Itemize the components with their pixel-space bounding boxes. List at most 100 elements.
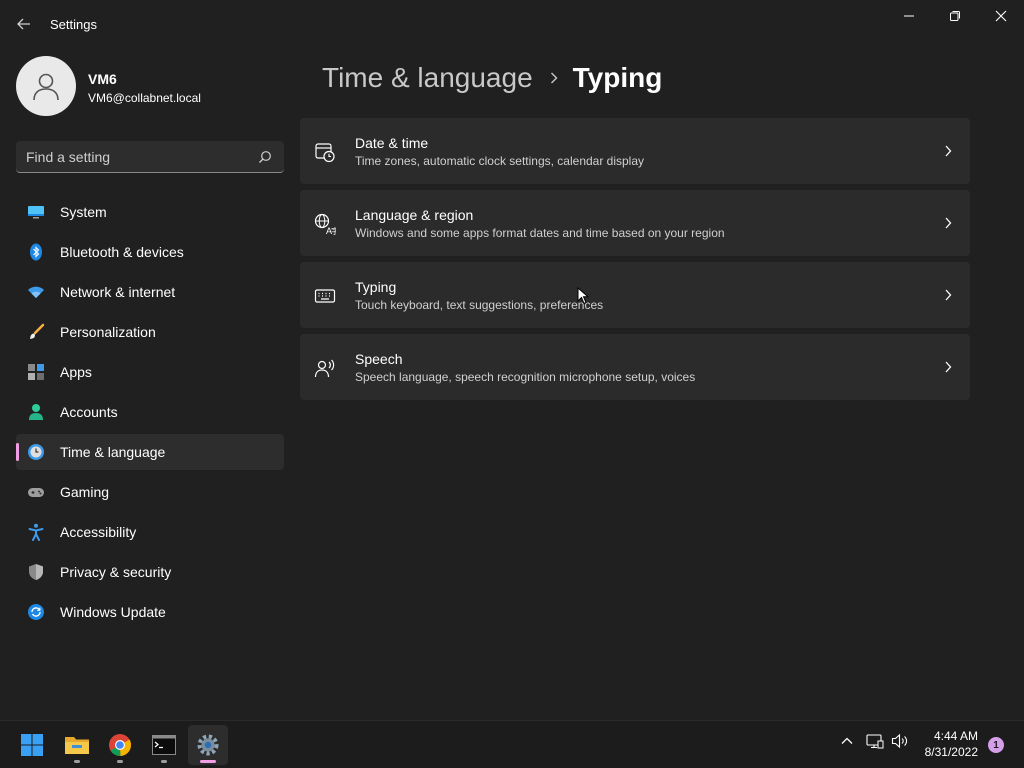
file-explorer-icon bbox=[65, 737, 89, 754]
sidebar-item-label: Time & language bbox=[60, 444, 166, 460]
card-title: Date & time bbox=[355, 135, 429, 151]
accessibility-icon bbox=[27, 523, 45, 541]
update-icon bbox=[27, 603, 45, 621]
user-silhouette-icon bbox=[33, 73, 59, 101]
chevron-right-icon bbox=[944, 216, 952, 230]
chevron-right-icon bbox=[944, 144, 952, 158]
sidebar-item-apps[interactable]: Apps bbox=[16, 354, 284, 390]
sidebar-item-label: Personalization bbox=[60, 324, 156, 340]
clock-date: 8/31/2022 bbox=[924, 745, 978, 759]
volume-icon[interactable] bbox=[891, 733, 909, 749]
user-profile[interactable]: VM6 VM6@collabnet.local bbox=[16, 56, 286, 118]
back-arrow-icon bbox=[17, 18, 30, 30]
running-indicator bbox=[74, 760, 80, 763]
gamepad-icon bbox=[27, 483, 45, 501]
start-button[interactable] bbox=[12, 725, 52, 765]
chevron-up-icon[interactable] bbox=[839, 733, 855, 749]
sidebar-nav: System Bluetooth & devices Network & int… bbox=[16, 194, 284, 634]
search-box bbox=[16, 141, 284, 173]
sidebar-item-label: Apps bbox=[60, 364, 92, 380]
chevron-right-icon bbox=[944, 288, 952, 302]
search-input[interactable] bbox=[26, 141, 251, 172]
card-title: Typing bbox=[355, 279, 397, 295]
globe-clock-icon bbox=[27, 443, 45, 461]
sidebar-item-gaming[interactable]: Gaming bbox=[16, 474, 284, 510]
sidebar-item-accounts[interactable]: Accounts bbox=[16, 394, 284, 430]
network-icon[interactable] bbox=[866, 733, 884, 749]
card-language-region[interactable]: A字 Language & region Windows and some ap… bbox=[300, 190, 970, 256]
start-icon bbox=[21, 734, 43, 756]
minimize-button[interactable] bbox=[886, 0, 932, 32]
chevron-right-icon bbox=[549, 71, 559, 85]
sidebar-item-accessibility[interactable]: Accessibility bbox=[16, 514, 284, 550]
restore-icon bbox=[950, 11, 960, 21]
card-typing[interactable]: Typing Touch keyboard, text suggestions,… bbox=[300, 262, 970, 328]
chrome-icon bbox=[109, 734, 131, 757]
sidebar-item-label: Accounts bbox=[60, 404, 118, 420]
sidebar-item-personalization[interactable]: Personalization bbox=[16, 314, 284, 350]
card-speech[interactable]: Speech Speech language, speech recogniti… bbox=[300, 334, 970, 400]
sidebar-item-label: Bluetooth & devices bbox=[60, 244, 184, 260]
running-indicator bbox=[200, 760, 216, 763]
avatar bbox=[16, 56, 76, 116]
sidebar-item-network[interactable]: Network & internet bbox=[16, 274, 284, 310]
minimize-icon bbox=[904, 15, 914, 17]
restore-button[interactable] bbox=[932, 0, 978, 32]
page-title: Typing bbox=[572, 62, 663, 93]
sidebar-item-system[interactable]: System bbox=[16, 194, 284, 230]
close-button[interactable] bbox=[978, 0, 1024, 32]
user-name: VM6 bbox=[88, 71, 117, 87]
apps-icon bbox=[27, 363, 45, 381]
mouse-cursor-icon bbox=[577, 287, 589, 305]
sidebar-item-label: Accessibility bbox=[60, 524, 137, 540]
card-title: Language & region bbox=[355, 207, 474, 223]
notification-badge[interactable]: 1 bbox=[988, 737, 1004, 753]
running-indicator bbox=[161, 760, 167, 763]
breadcrumb-parent[interactable]: Time & language bbox=[322, 62, 533, 94]
keyboard-icon bbox=[314, 285, 336, 307]
terminal-icon bbox=[152, 735, 176, 755]
sidebar-item-label: System bbox=[60, 204, 107, 220]
sidebar-item-label: Network & internet bbox=[60, 284, 176, 300]
close-icon bbox=[995, 10, 1007, 22]
bluetooth-icon bbox=[27, 243, 45, 261]
card-title: Speech bbox=[355, 351, 403, 367]
sidebar-item-windows-update[interactable]: Windows Update bbox=[16, 594, 284, 630]
card-description: Speech language, speech recognition micr… bbox=[355, 370, 696, 384]
card-description: Time zones, automatic clock settings, ca… bbox=[355, 154, 645, 168]
search-icon[interactable] bbox=[258, 150, 272, 164]
running-indicator bbox=[117, 760, 123, 763]
language-icon: A字 bbox=[314, 213, 336, 235]
sidebar-item-time-language[interactable]: Time & language bbox=[16, 434, 284, 470]
wifi-icon bbox=[27, 283, 45, 301]
title-bar: Settings bbox=[0, 0, 1024, 48]
breadcrumb: Time & language Typing bbox=[322, 58, 662, 98]
shield-icon bbox=[27, 563, 45, 581]
monitor-icon bbox=[27, 203, 45, 221]
app-title: Settings bbox=[50, 17, 97, 32]
card-description: Windows and some apps format dates and t… bbox=[355, 226, 725, 240]
active-indicator bbox=[16, 443, 19, 461]
svg-text:字: 字 bbox=[331, 226, 336, 235]
chevron-right-icon bbox=[944, 360, 952, 374]
sidebar-item-label: Windows Update bbox=[60, 604, 166, 620]
sidebar-item-privacy-security[interactable]: Privacy & security bbox=[16, 554, 284, 590]
person-icon bbox=[27, 403, 45, 421]
back-button[interactable] bbox=[14, 14, 34, 34]
sidebar-item-label: Privacy & security bbox=[60, 564, 172, 580]
clock[interactable]: 4:44 AM 8/31/2022 bbox=[925, 728, 978, 760]
card-date-time[interactable]: Date & time Time zones, automatic clock … bbox=[300, 118, 970, 184]
sidebar-item-label: Gaming bbox=[60, 484, 110, 500]
chrome-button[interactable] bbox=[100, 725, 140, 765]
file-explorer-button[interactable] bbox=[57, 725, 97, 765]
speech-icon bbox=[314, 357, 336, 379]
calendar-clock-icon bbox=[314, 141, 336, 163]
sidebar-item-bluetooth[interactable]: Bluetooth & devices bbox=[16, 234, 284, 270]
clock-time: 4:44 AM bbox=[933, 729, 978, 743]
settings-icon bbox=[197, 734, 219, 756]
user-email: VM6@collabnet.local bbox=[88, 91, 201, 105]
terminal-button[interactable] bbox=[144, 725, 184, 765]
settings-button[interactable] bbox=[188, 725, 228, 765]
taskbar: 4:44 AM 8/31/2022 1 bbox=[0, 720, 1024, 768]
brush-icon bbox=[27, 323, 45, 341]
